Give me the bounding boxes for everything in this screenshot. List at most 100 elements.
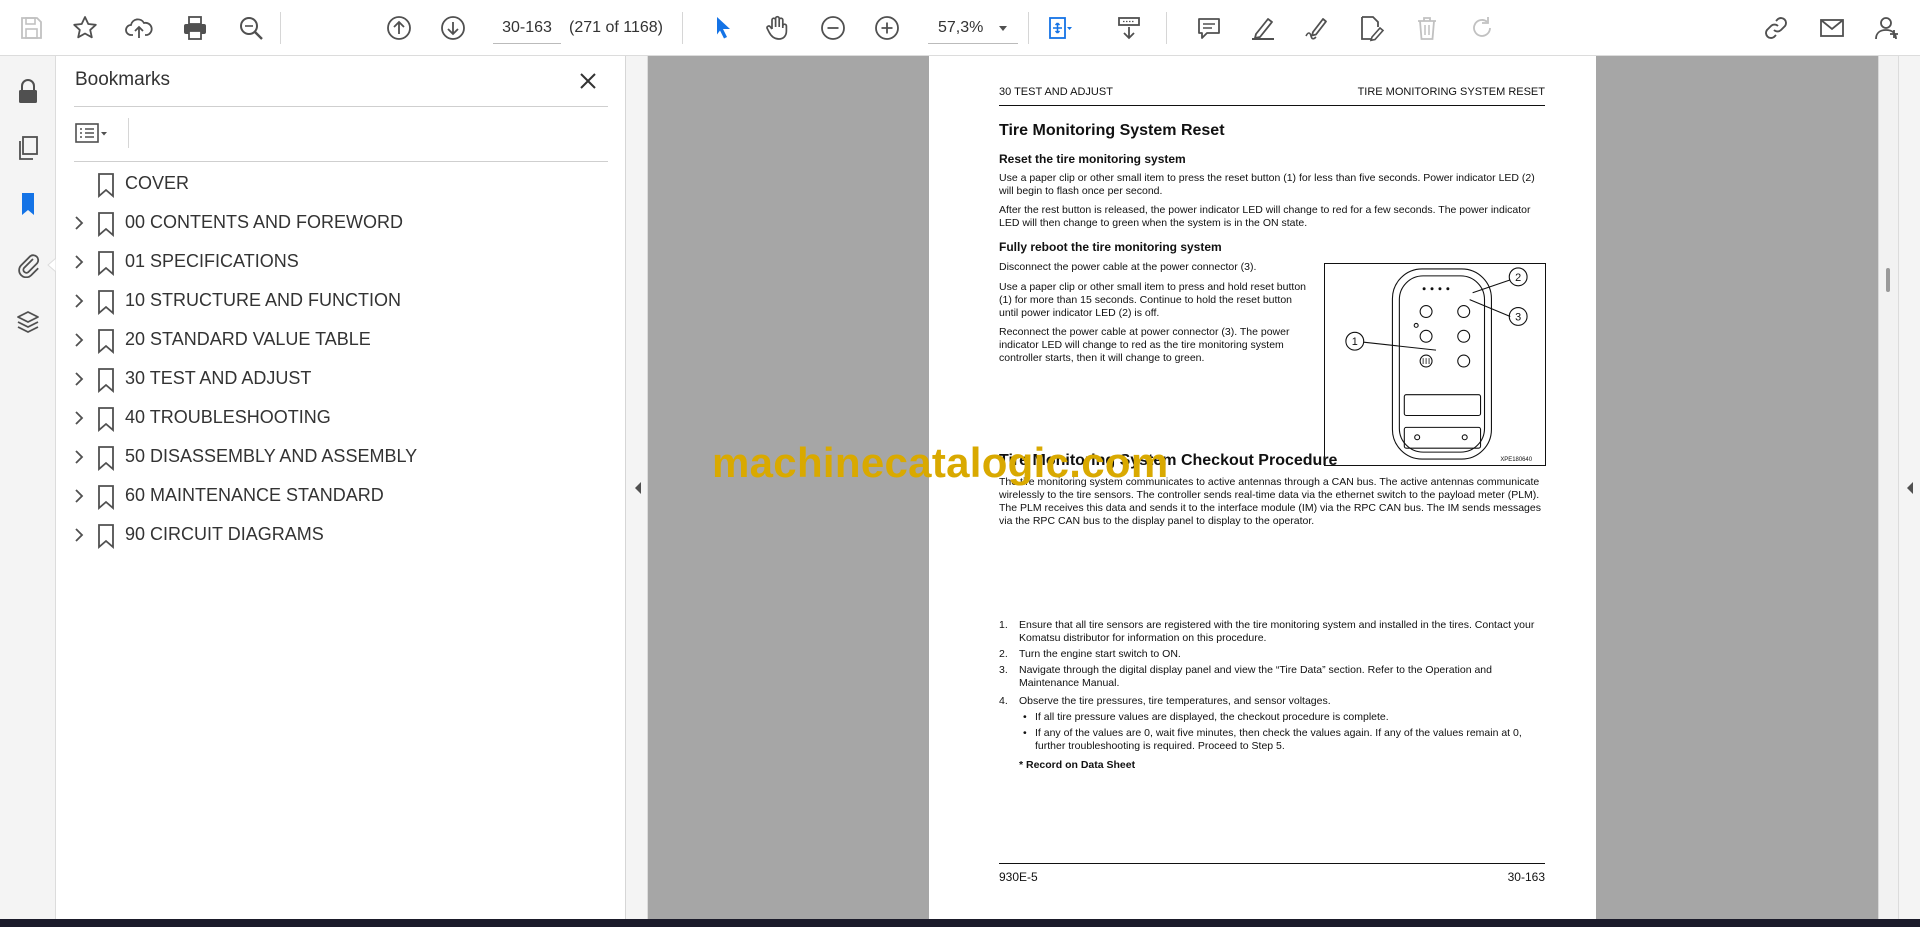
page-thumbnails-icon[interactable] [10, 130, 46, 166]
left-tool-rail [0, 56, 56, 919]
step-text: Turn the engine start switch to ON. [1019, 648, 1181, 660]
close-icon[interactable] [573, 66, 603, 96]
bookmark-label: 60 MAINTENANCE STANDARD [125, 485, 384, 505]
main-toolbar: 30-163 (271 of 1168) 57,3% [0, 0, 1920, 56]
bookmark-item[interactable]: 60 MAINTENANCE STANDARD [56, 478, 616, 514]
bookmark-icon [98, 290, 114, 315]
callout-label: 3 [1515, 311, 1521, 323]
scroll-mode-icon[interactable] [1110, 9, 1148, 47]
cloud-upload-icon[interactable] [120, 9, 158, 47]
expand-chevron-icon[interactable] [70, 487, 88, 505]
share-link-icon[interactable] [1757, 9, 1795, 47]
step-text: Observe the tire pressures, tire tempera… [1019, 695, 1331, 707]
active-tab-indicator-icon [47, 258, 56, 272]
delete-icon[interactable] [1408, 9, 1446, 47]
expand-chevron-icon[interactable] [70, 214, 88, 232]
print-icon[interactable] [176, 9, 214, 47]
bookmark-label: 40 TROUBLESHOOTING [125, 407, 331, 427]
bookmark-item[interactable]: COVER [56, 166, 616, 202]
bookmark-item[interactable]: 90 CIRCUIT DIAGRAMS [56, 517, 616, 553]
select-cursor-icon[interactable] [704, 9, 742, 47]
next-page-icon[interactable] [434, 9, 472, 47]
page-number-input[interactable]: 30-163 [493, 12, 561, 44]
expand-chevron-icon[interactable] [70, 292, 88, 310]
redo-icon[interactable] [1463, 9, 1501, 47]
bookmark-item[interactable]: 50 DISASSEMBLY AND ASSEMBLY [56, 439, 616, 475]
expand-chevron-icon[interactable] [70, 409, 88, 427]
bookmark-item[interactable]: 40 TROUBLESHOOTING [56, 400, 616, 436]
panel-divider [74, 106, 608, 107]
zoom-dropdown-arrow-icon[interactable] [994, 14, 1012, 42]
pdf-viewer-app: 30-163 (271 of 1168) 57,3% Bookmarks COV… [0, 0, 1920, 927]
step-text: Navigate through the digital display pan… [1019, 664, 1492, 689]
bookmark-item[interactable]: 30 TEST AND ADJUST [56, 361, 616, 397]
attachments-icon[interactable] [10, 246, 46, 282]
lock-icon[interactable] [10, 74, 46, 110]
expand-chevron-icon[interactable] [70, 331, 88, 349]
expand-chevron-icon[interactable] [70, 370, 88, 388]
panel-toolbar-separator [128, 118, 129, 148]
bullet-text: If all tire pressure values are displaye… [1035, 711, 1389, 723]
page-count-label: (271 of 1168) [569, 19, 663, 36]
expand-chevron-icon[interactable] [70, 526, 88, 544]
section-title: Tire Monitoring System Reset [999, 122, 1225, 139]
zoom-in-icon[interactable] [868, 9, 906, 47]
save-icon[interactable] [12, 9, 50, 47]
zoom-out-icon[interactable] [814, 9, 852, 47]
bullet-text: If any of the values are 0, wait five mi… [1035, 727, 1522, 752]
step-text: Ensure that all tire sensors are registe… [1019, 619, 1535, 644]
bookmark-label: 10 STRUCTURE AND FUNCTION [125, 290, 402, 310]
email-icon[interactable] [1813, 9, 1851, 47]
edit-document-icon[interactable] [1352, 9, 1390, 47]
collapse-left-icon[interactable] [633, 480, 643, 496]
panel-divider [74, 161, 608, 162]
callout-label: 2 [1515, 272, 1521, 284]
toolbar-separator [1166, 12, 1167, 44]
bookmark-options-button[interactable] [74, 117, 124, 149]
layers-icon[interactable] [10, 304, 46, 340]
toolbar-separator [280, 12, 281, 44]
comment-icon[interactable] [1190, 9, 1228, 47]
hand-tool-icon[interactable] [758, 9, 796, 47]
toolbar-separator [1028, 12, 1029, 44]
subsection-title: Fully reboot the tire monitoring system [999, 240, 1222, 254]
header-rule [999, 105, 1545, 106]
expand-chevron-icon[interactable] [70, 253, 88, 271]
step-number: 3. [999, 664, 1008, 676]
previous-page-icon[interactable] [380, 9, 418, 47]
figure-code: XPE180640 [1500, 457, 1532, 463]
bookmark-item[interactable]: 20 STANDARD VALUE TABLE [56, 322, 616, 358]
paragraph: Disconnect the power cable at the power … [999, 261, 1257, 273]
toolbar-separator [682, 12, 683, 44]
bookmark-icon [98, 173, 114, 198]
bullet-marker: • [1023, 711, 1027, 723]
bookmark-item[interactable]: 01 SPECIFICATIONS [56, 244, 616, 280]
step-number: 4. [999, 695, 1008, 707]
bookmark-icon [98, 251, 114, 276]
user-share-icon[interactable] [1868, 9, 1906, 47]
step-number: 2. [999, 648, 1008, 660]
step-number: 1. [999, 619, 1008, 631]
document-view[interactable]: 30 TEST AND ADJUST TIRE MONITORING SYSTE… [648, 56, 1878, 919]
paragraph: Reconnect the power cable at power conne… [999, 326, 1290, 364]
scrollbar-thumb[interactable] [1886, 268, 1890, 292]
bookmark-label: 90 CIRCUIT DIAGRAMS [125, 524, 324, 544]
bookmark-item[interactable]: 10 STRUCTURE AND FUNCTION [56, 283, 616, 319]
panel-splitter[interactable] [626, 56, 648, 919]
bookmark-item[interactable]: 00 CONTENTS AND FOREWORD [56, 205, 616, 241]
running-header-right: TIRE MONITORING SYSTEM RESET [1357, 86, 1545, 98]
zoom-search-icon[interactable] [232, 9, 270, 47]
draw-freehand-icon[interactable] [1298, 9, 1336, 47]
fit-page-icon[interactable] [1040, 9, 1078, 47]
expand-chevron-icon[interactable] [70, 448, 88, 466]
bookmark-label: 50 DISASSEMBLY AND ASSEMBLY [125, 446, 418, 466]
vertical-scrollbar[interactable] [1878, 56, 1898, 919]
record-note: * Record on Data Sheet [1019, 759, 1136, 771]
star-icon[interactable] [66, 9, 104, 47]
bookmark-label: 00 CONTENTS AND FOREWORD [125, 212, 404, 232]
highlight-pen-icon[interactable] [1244, 9, 1282, 47]
expand-right-panel-icon[interactable] [1905, 480, 1915, 496]
bookmark-icon [98, 407, 114, 432]
bookmarks-icon[interactable] [10, 186, 46, 222]
footer-model: 930E-5 [999, 870, 1038, 884]
